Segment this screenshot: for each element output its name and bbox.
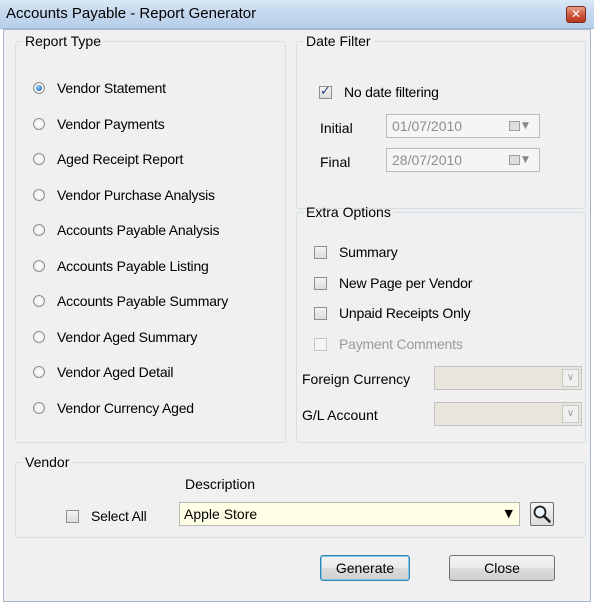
report-type-option[interactable]: Vendor Aged Detail (33, 362, 173, 382)
gl-account-label: G/L Account (302, 407, 378, 423)
new-page-per-vendor-row[interactable]: New Page per Vendor (314, 275, 472, 291)
report-type-options: Vendor Statement Vendor Payments Aged Rece… (33, 78, 283, 428)
report-type-option[interactable]: Vendor Purchase Analysis (33, 185, 215, 205)
report-type-label: Vendor Payments (57, 115, 165, 132)
unpaid-receipts-only-row[interactable]: Unpaid Receipts Only (314, 305, 471, 321)
report-type-radio[interactable] (33, 188, 45, 201)
report-type-label: Accounts Payable Summary (57, 293, 229, 309)
dropdown-arrow-icon: ▼ (522, 121, 529, 131)
magnifier-icon (533, 505, 551, 523)
report-type-radio[interactable] (33, 224, 45, 236)
report-type-label: Accounts Payable Listing (57, 257, 209, 274)
report-type-label: Vendor Statement (57, 80, 166, 96)
dropdown-arrow-icon[interactable]: ▼ (505, 507, 513, 520)
report-type-option[interactable]: Aged Receipt Report (33, 149, 183, 169)
report-type-radio[interactable] (33, 401, 45, 414)
select-all-label: Select All (91, 508, 147, 524)
payment-comments-label: Payment Comments (339, 336, 463, 352)
report-type-label: Vendor Aged Summary (57, 328, 198, 345)
final-date-dropdown[interactable]: ▼ (509, 152, 535, 168)
report-type-option[interactable]: Accounts Payable Listing (33, 256, 209, 276)
final-date-value: 28/07/2010 (392, 152, 463, 168)
calendar-icon (509, 155, 520, 165)
calendar-icon (509, 121, 520, 131)
report-type-label: Vendor Currency Aged (57, 399, 194, 416)
report-generator-window: Accounts Payable - Report Generator ✕ Re… (0, 0, 594, 605)
payment-comments-row: Payment Comments (314, 336, 463, 352)
report-type-radio[interactable] (33, 366, 45, 378)
initial-date-label: Initial (320, 120, 353, 136)
no-date-filtering-label: No date filtering (344, 84, 439, 100)
unpaid-receipts-only-label: Unpaid Receipts Only (339, 305, 471, 321)
vendor-legend: Vendor (25, 454, 70, 470)
report-type-radio[interactable] (33, 82, 45, 94)
summary-row[interactable]: Summary (314, 244, 398, 260)
vendor-description-value: Apple Store (184, 506, 258, 522)
close-window-button[interactable]: ✕ (566, 6, 586, 23)
initial-date-picker[interactable]: 01/07/2010 ▼ (386, 114, 540, 138)
select-all-checkbox[interactable] (66, 509, 79, 523)
dialog-client-area: Report Type Vendor Statement Vendor Payme… (3, 29, 591, 602)
close-button[interactable]: Close (449, 555, 555, 581)
chevron-down-icon: ∨ (562, 369, 579, 387)
vendor-description-combo[interactable]: Apple Store ▼ (179, 502, 520, 526)
payment-comments-checkbox (314, 337, 327, 351)
foreign-currency-label: Foreign Currency (302, 371, 411, 387)
close-icon: ✕ (570, 7, 582, 21)
initial-date-value: 01/07/2010 (392, 118, 463, 134)
report-type-label: Vendor Purchase Analysis (57, 186, 215, 203)
title-bar[interactable]: Accounts Payable - Report Generator ✕ (0, 0, 594, 29)
report-type-radio[interactable] (33, 259, 45, 272)
report-type-radio[interactable] (33, 117, 45, 130)
unpaid-receipts-only-checkbox[interactable] (314, 306, 327, 320)
window-title: Accounts Payable - Report Generator (6, 5, 257, 22)
report-type-legend: Report Type (25, 33, 102, 49)
final-date-label: Final (320, 154, 351, 170)
final-date-picker[interactable]: 28/07/2010 ▼ (386, 148, 540, 172)
dropdown-arrow-icon: ▼ (522, 155, 529, 165)
report-type-label: Accounts Payable Analysis (57, 222, 220, 238)
vendor-lookup-button[interactable] (530, 502, 554, 526)
report-type-option[interactable]: Accounts Payable Summary (33, 291, 228, 311)
new-page-per-vendor-checkbox[interactable] (314, 276, 327, 290)
generate-button[interactable]: Generate (320, 555, 410, 581)
summary-label: Summary (339, 244, 398, 260)
report-type-radio[interactable] (33, 153, 45, 165)
no-date-filtering-row[interactable]: No date filtering (319, 84, 439, 100)
no-date-filtering-checkbox[interactable] (319, 84, 332, 99)
description-column-header: Description (185, 476, 256, 492)
report-type-option[interactable]: Vendor Payments (33, 114, 165, 134)
report-type-label: Vendor Aged Detail (57, 364, 174, 380)
gl-account-select: ∨ (434, 402, 582, 426)
report-type-option[interactable]: Vendor Aged Summary (33, 327, 197, 347)
report-type-option[interactable]: Vendor Statement (33, 78, 166, 98)
report-type-radio[interactable] (33, 295, 45, 307)
new-page-per-vendor-label: New Page per Vendor (339, 275, 473, 291)
report-type-label: Aged Receipt Report (57, 151, 184, 167)
select-all-row[interactable]: Select All (66, 508, 147, 524)
date-filter-legend: Date Filter (306, 33, 371, 49)
chevron-down-icon: ∨ (562, 405, 579, 423)
report-type-option[interactable]: Accounts Payable Analysis (33, 220, 220, 240)
foreign-currency-select: ∨ (434, 366, 582, 390)
extra-options-legend: Extra Options (306, 204, 391, 220)
initial-date-dropdown[interactable]: ▼ (509, 118, 535, 134)
report-type-radio[interactable] (33, 330, 45, 343)
report-type-option[interactable]: Vendor Currency Aged (33, 398, 194, 418)
summary-checkbox[interactable] (314, 245, 327, 259)
